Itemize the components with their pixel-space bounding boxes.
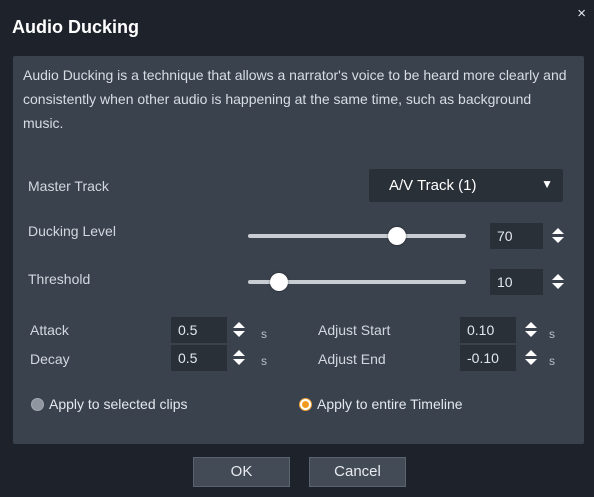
adjust-start-input[interactable]: 0.10 [460,317,516,343]
apply-selected-clips-radio[interactable] [31,398,44,411]
dropdown-arrow-icon: ▼ [541,177,553,191]
ok-button[interactable]: OK [193,457,290,487]
ducking-level-spinner-icon[interactable] [551,223,565,249]
attack-label: Attack [30,322,69,338]
adjust-end-input[interactable]: -0.10 [460,345,516,371]
settings-panel: Audio Ducking is a technique that allows… [13,56,584,444]
dialog-title: Audio Ducking [12,17,139,37]
threshold-slider[interactable] [248,273,466,291]
close-icon[interactable]: × [577,6,586,21]
threshold-label: Threshold [28,271,91,287]
attack-spinner-icon[interactable] [232,317,246,343]
adjust-start-unit: s [549,327,555,341]
decay-unit: s [261,354,267,368]
ducking-level-slider-track [248,234,466,238]
adjust-end-unit: s [549,354,555,368]
master-track-label: Master Track [28,178,109,194]
master-track-dropdown[interactable]: A/V Track (1) ▼ [369,169,563,202]
attack-unit: s [261,327,267,341]
threshold-spinner-icon[interactable] [551,269,565,295]
master-track-value: A/V Track (1) [389,177,477,194]
cancel-button[interactable]: Cancel [309,457,406,487]
adjust-start-spinner-icon[interactable] [524,317,538,343]
decay-label: Decay [30,351,70,367]
adjust-end-spinner-icon[interactable] [524,345,538,371]
ducking-level-slider[interactable] [248,227,466,245]
decay-input[interactable]: 0.5 [171,345,227,371]
ducking-level-slider-thumb[interactable] [388,227,406,245]
decay-spinner-icon[interactable] [232,345,246,371]
apply-entire-timeline-label[interactable]: Apply to entire Timeline [317,396,463,412]
apply-entire-timeline-radio[interactable] [299,398,312,411]
description-text: Audio Ducking is a technique that allows… [23,67,567,131]
ducking-level-label: Ducking Level [28,223,116,239]
adjust-end-label: Adjust End [318,351,386,367]
ducking-level-input[interactable]: 70 [490,223,543,249]
apply-selected-clips-label[interactable]: Apply to selected clips [49,396,188,412]
attack-input[interactable]: 0.5 [171,317,227,343]
adjust-start-label: Adjust Start [318,322,391,338]
threshold-slider-thumb[interactable] [270,273,288,291]
threshold-input[interactable]: 10 [490,269,543,295]
